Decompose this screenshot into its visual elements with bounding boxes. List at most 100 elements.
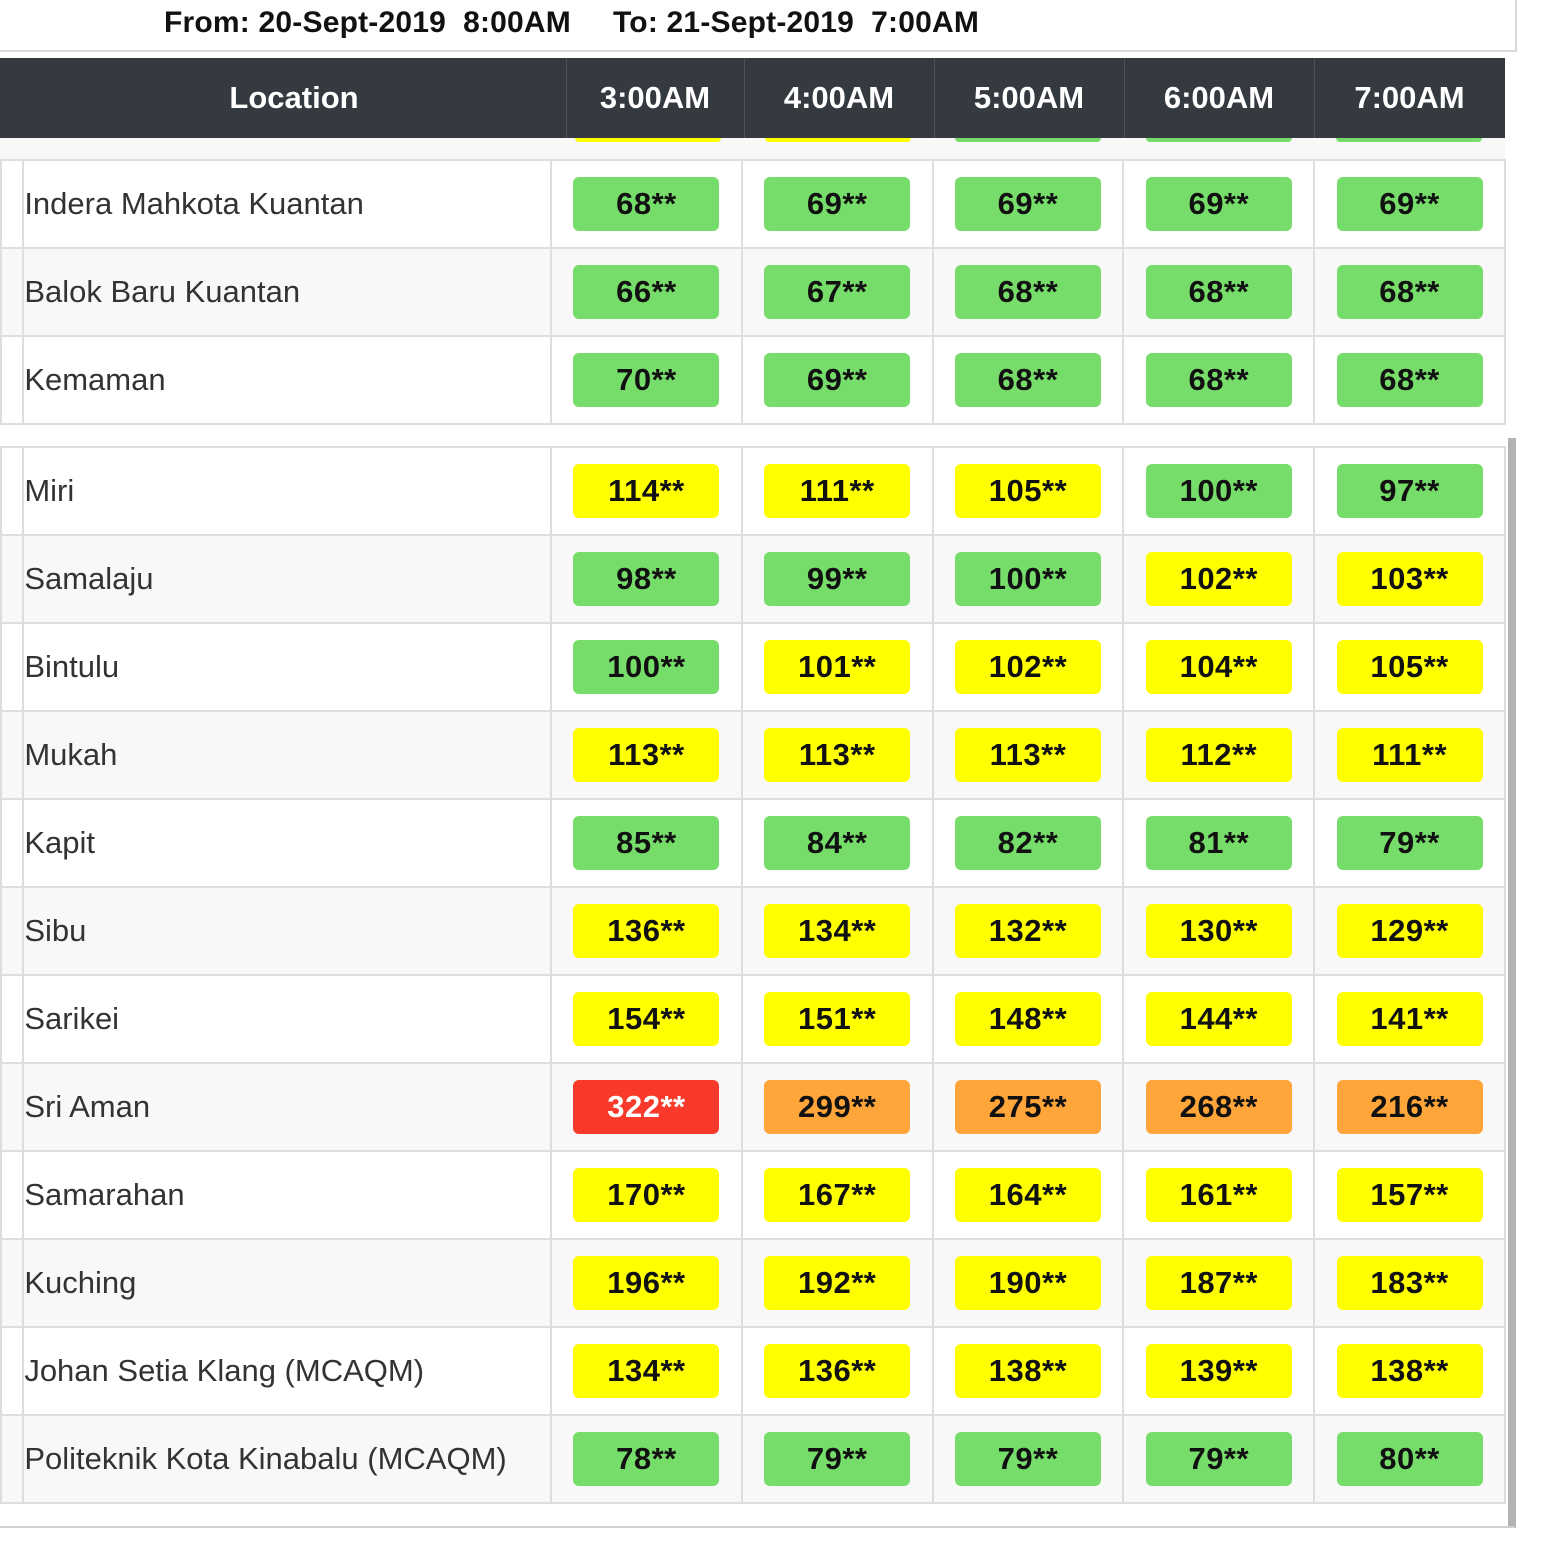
location-name: Miri: [22, 446, 553, 536]
header-6am: 6:00AM: [1163, 80, 1275, 115]
reading-cell: 130**: [1122, 886, 1316, 976]
reading-cell: 69**: [931, 159, 1125, 249]
api-reading-badge: 102**: [954, 640, 1101, 694]
reading-cell: 151**: [740, 974, 934, 1064]
header-3am: 3:00AM: [599, 80, 711, 115]
api-reading-badge: 68**: [954, 265, 1101, 319]
reading-cell: 136**: [740, 1326, 934, 1416]
row-left-margin: [0, 710, 25, 800]
reading-cell: 138**: [1313, 1326, 1506, 1416]
row-left-margin: [0, 974, 25, 1064]
table-row: Kuching 196** 192** 190** 187** 183**: [0, 1238, 1506, 1328]
reading-cell: 100**: [1122, 446, 1316, 536]
location-name: Samarahan: [22, 1150, 553, 1240]
api-reading-badge: 114**: [573, 464, 720, 518]
api-reading-badge: 69**: [1145, 177, 1292, 231]
api-reading-badge: 134**: [764, 904, 911, 958]
row-left-margin: [0, 1062, 25, 1152]
hidden-badge-edge: [955, 138, 1101, 142]
api-reading-badge: 69**: [1336, 177, 1483, 231]
reading-cell: 134**: [550, 1326, 743, 1416]
api-reading-badge: 105**: [954, 464, 1101, 518]
location-name: Bintulu: [22, 622, 553, 712]
reading-cell: 85**: [550, 798, 743, 888]
api-reading-badge: 79**: [764, 1432, 911, 1486]
header-4am: 4:00AM: [783, 80, 895, 115]
row-left-margin: [0, 1326, 25, 1416]
api-reading-badge: 111**: [1336, 728, 1483, 782]
location-name: Sri Aman: [22, 1062, 553, 1152]
api-reading-badge: 82**: [954, 816, 1101, 870]
reading-cell: 111**: [740, 446, 934, 536]
reading-cell: 103**: [1313, 534, 1506, 624]
reading-cell: 113**: [740, 710, 934, 800]
api-reading-badge: 97**: [1336, 464, 1483, 518]
api-reading-badge: 69**: [764, 353, 911, 407]
api-reading-badge: 68**: [1336, 353, 1483, 407]
reading-cell: 98**: [550, 534, 743, 624]
table-header: Location 3:00AM 4:00AM 5:00AM 6:00AM 7:0…: [0, 58, 1505, 138]
api-reading-badge: 170**: [573, 1168, 720, 1222]
api-reading-badge: 275**: [954, 1080, 1101, 1134]
reading-cell: 70**: [550, 335, 743, 425]
hidden-badge-edge: [575, 138, 721, 142]
table-row: Miri 114** 111** 105** 100** 97**: [0, 446, 1506, 536]
api-reading-badge: 144**: [1145, 992, 1292, 1046]
reading-cell: 139**: [1122, 1326, 1316, 1416]
header-5am: 5:00AM: [973, 80, 1085, 115]
reading-cell: 148**: [931, 974, 1125, 1064]
table-row: Sarikei 154** 151** 148** 144** 141**: [0, 974, 1506, 1064]
api-reading-badge: 101**: [764, 640, 911, 694]
table-row: Johan Setia Klang (MCAQM) 134** 136** 138**…: [0, 1326, 1506, 1416]
reading-cell: 112**: [1122, 710, 1316, 800]
reading-cell: 100**: [550, 622, 743, 712]
api-reading-badge: 102**: [1145, 552, 1292, 606]
api-reading-badge: 136**: [764, 1344, 911, 1398]
api-reading-badge: 299**: [764, 1080, 911, 1134]
reading-cell: 322**: [550, 1062, 743, 1152]
reading-cell: 69**: [740, 335, 934, 425]
table-row: Kapit 85** 84** 82** 81** 79**: [0, 798, 1506, 888]
api-reading-badge: 112**: [1145, 728, 1292, 782]
api-reading-badge: 129**: [1336, 904, 1483, 958]
api-reading-badge: 69**: [764, 177, 911, 231]
api-reading-badge: 164**: [954, 1168, 1101, 1222]
reading-cell: 114**: [550, 446, 743, 536]
reading-cell: 111**: [1313, 710, 1506, 800]
api-reading-badge: 138**: [1336, 1344, 1483, 1398]
api-reading-badge: 67**: [764, 265, 911, 319]
api-reading-badge: 113**: [764, 728, 911, 782]
api-reading-badge: 78**: [573, 1432, 720, 1486]
api-reading-badge: 66**: [573, 265, 720, 319]
api-reading-badge: 216**: [1336, 1080, 1483, 1134]
reading-cell: 113**: [550, 710, 743, 800]
api-reading-badge: 98**: [573, 552, 720, 606]
api-reading-badge: 138**: [954, 1344, 1101, 1398]
row-left-margin: [0, 159, 25, 249]
reading-cell: 129**: [1313, 886, 1506, 976]
location-name: Balok Baru Kuantan: [22, 247, 553, 337]
api-reading-badge: 148**: [954, 992, 1101, 1046]
reading-cell: 170**: [550, 1150, 743, 1240]
row-left-margin: [0, 247, 25, 337]
reading-cell: 68**: [550, 159, 743, 249]
reading-cell: 82**: [931, 798, 1125, 888]
api-reading-badge: 139**: [1145, 1344, 1292, 1398]
location-name: Sarikei: [22, 974, 553, 1064]
table-row: Sibu 136** 134** 132** 130** 129**: [0, 886, 1506, 976]
table-row: Samalaju 98** 99** 100** 102** 103**: [0, 534, 1506, 624]
api-reading-badge: 79**: [1145, 1432, 1292, 1486]
reading-cell: 132**: [931, 886, 1125, 976]
api-reading-badge: 113**: [573, 728, 720, 782]
hidden-badge-edge: [765, 138, 911, 142]
scrollbar[interactable]: [1508, 438, 1516, 1528]
table-row: Samarahan 170** 167** 164** 161** 157**: [0, 1150, 1506, 1240]
api-reading-badge: 100**: [954, 552, 1101, 606]
reading-cell: 69**: [1313, 159, 1506, 249]
api-reading-badge: 68**: [1145, 353, 1292, 407]
row-left-margin: [0, 335, 25, 425]
table-row: Sri Aman 322** 299** 275** 268** 216**: [0, 1062, 1506, 1152]
table-row: Kemaman 70** 69** 68** 68** 68**: [0, 335, 1506, 425]
hidden-badge-edge: [1146, 138, 1292, 142]
reading-cell: 68**: [1313, 247, 1506, 337]
